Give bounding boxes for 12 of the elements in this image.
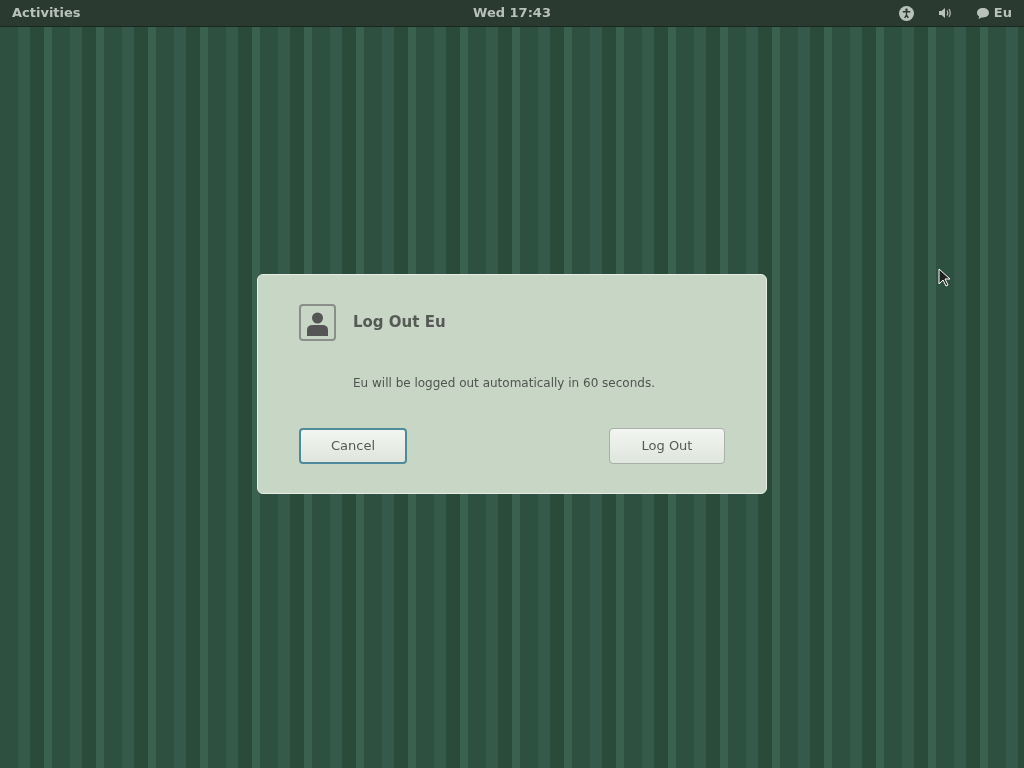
activities-button[interactable]: Activities <box>12 3 212 23</box>
clock[interactable]: Wed 17:43 <box>473 3 551 23</box>
dialog-button[interactable]: Log Out <box>609 428 725 464</box>
volume-icon[interactable] <box>937 7 952 19</box>
chat-bubble-icon[interactable] <box>975 6 990 20</box>
user-avatar-icon <box>299 304 336 341</box>
dialog-message: Eu will be logged out automatically in 60 seconds. <box>353 375 656 392</box>
dialog-title: Log Out Eu <box>353 312 446 334</box>
mouse-pointer-icon <box>938 268 950 287</box>
user-menu[interactable]: Eu <box>993 3 1012 23</box>
dialog-button[interactable]: Cancel <box>299 428 407 464</box>
accessibility-icon[interactable] <box>898 5 914 21</box>
